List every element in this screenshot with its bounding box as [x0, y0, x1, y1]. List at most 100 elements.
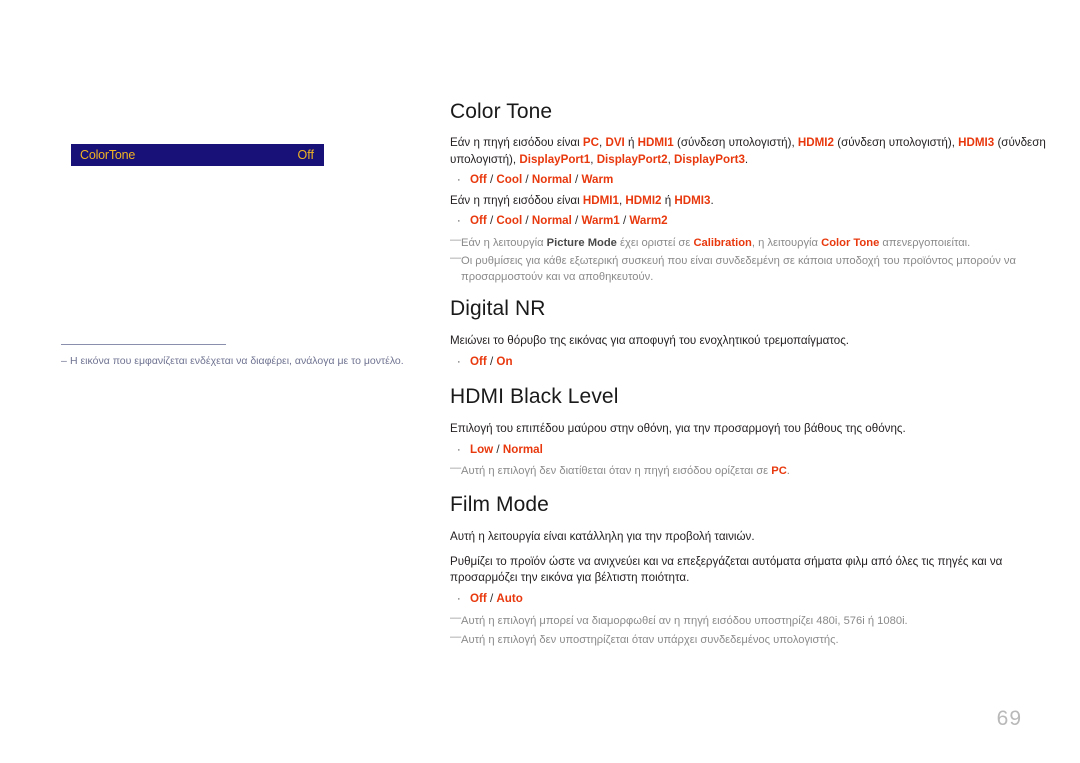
bullet-icon: · — [457, 593, 461, 606]
note-text: Εάν η λειτουργία Picture Mode έχει οριστ… — [461, 235, 1050, 251]
note-run-0: Αυτή η επιλογή δεν υποστηρίζεται όταν υπ… — [461, 634, 839, 647]
option-value[interactable]: Normal — [532, 214, 572, 227]
sidebar-divider — [61, 344, 226, 345]
option-value[interactable]: Low — [470, 443, 493, 456]
note-run-4: , η λειτουργία — [751, 236, 822, 249]
paragraph-run-3: DVI — [605, 136, 625, 150]
manual-content-column: Color Tone Εάν η πηγή εισόδου είναι PC, D… — [450, 0, 1050, 763]
section-paragraph: Επιλογή του επιπέδου μαύρου στην οθόνη, … — [450, 421, 1050, 437]
note-text: Αυτή η επιλογή δεν υποστηρίζεται όταν υπ… — [461, 632, 1050, 648]
bullet-icon: · — [457, 174, 461, 186]
bullet-icon: · — [457, 355, 461, 368]
note-line: ― Οι ρυθμίσεις για κάθε εξωτερική συσκευή… — [450, 251, 1050, 285]
note-dash-icon: ― — [450, 612, 462, 625]
page-number: 69 — [996, 707, 1022, 730]
note-dash-icon: ― — [450, 251, 462, 264]
option-values: Off / Cool / Normal / Warm — [470, 172, 613, 188]
option-list-primary: · Off / Auto — [450, 591, 1050, 608]
section-paragraph-2: Εάν η πηγή εισόδου είναι HDMI1, HDMI2 ή … — [450, 193, 1050, 209]
osd-menu-row-color-tone[interactable]: ColorTone Off — [71, 144, 324, 166]
section-paragraph: Μειώνει το θόρυβο της εικόνας για αποφυγ… — [450, 333, 1050, 349]
paragraph-run-4: ή — [624, 136, 638, 150]
paragraph2-run-0: Εάν η πηγή εισόδου είναι — [450, 193, 583, 207]
option-values: Off / On — [470, 354, 513, 370]
option-values: Off / Cool / Normal / Warm1 / Warm2 — [470, 213, 668, 229]
note-dash-icon: ― — [450, 233, 462, 246]
note-run-5: Color Tone — [821, 236, 880, 249]
osd-menu-label: ColorTone — [80, 147, 136, 162]
paragraph-run-1: PC — [582, 136, 599, 150]
note-run-0: Εάν η λειτουργία — [461, 236, 547, 249]
option-value[interactable]: Cool — [496, 214, 522, 227]
option-separator: / — [486, 354, 497, 368]
note-dash-icon: ― — [450, 631, 462, 644]
paragraph-run-0: Μειώνει το θόρυβο της εικόνας για αποφυγ… — [450, 334, 850, 348]
section-paragraph: Αυτή η λειτουργία είναι κατάλληλη για τη… — [450, 529, 1050, 545]
option-list-primary: · Low / Normal — [450, 442, 1050, 459]
option-separator: / — [493, 442, 503, 456]
option-value[interactable]: Off — [470, 173, 487, 186]
option-list-primary: · Off / On — [450, 354, 1050, 371]
note-run-6: απενεργοποιείται. — [879, 236, 971, 249]
note-text: Αυτή η επιλογή μπορεί να διαμορφωθεί αν … — [461, 613, 1050, 629]
option-separator: / — [522, 214, 532, 228]
note-run-1: Picture Mode — [546, 236, 617, 249]
bullet-icon: · — [457, 215, 461, 228]
note-line: ― Αυτή η επιλογή μπορεί να διαμορφωθεί αν… — [450, 612, 1050, 629]
option-value[interactable]: Warm2 — [629, 214, 667, 227]
option-separator: / — [522, 173, 532, 186]
paragraph2-run-4: ή — [661, 193, 675, 207]
section-heading: Film Mode — [450, 493, 549, 516]
paragraph-run-9: HDMI3 — [958, 136, 995, 150]
paragraph-run-0: Επιλογή του επιπέδου μαύρου στην οθόνη, … — [450, 422, 906, 436]
note-run-2: . — [786, 465, 790, 478]
paragraph-extra-run-0: Ρυθμίζει το προϊόν ώστε να ανιχνεύει και… — [450, 554, 1003, 584]
section-paragraph: Εάν η πηγή εισόδου είναι PC, DVI ή HDMI1… — [450, 135, 1050, 168]
note-run-0: Αυτή η επιλογή δεν διατίθεται όταν η πηγ… — [461, 465, 772, 478]
section-paragraph-extra: Ρυθμίζει το προϊόν ώστε να ανιχνεύει και… — [450, 554, 1050, 587]
option-value[interactable]: Off — [470, 214, 487, 227]
note-run-0: Οι ρυθμίσεις για κάθε εξωτερική συσκευή … — [461, 254, 1016, 283]
option-value[interactable]: On — [496, 355, 512, 368]
option-value[interactable]: Normal — [532, 173, 572, 186]
paragraph-run-8: (σύνδεση υπολογιστή), — [833, 136, 959, 150]
option-value[interactable]: Cool — [496, 173, 522, 186]
note-run-0: Αυτή η επιλογή μπορεί να διαμορφωθεί αν … — [461, 615, 908, 628]
option-separator: / — [486, 173, 497, 186]
paragraph2-run-3: HDMI2 — [625, 193, 662, 207]
paragraph-run-11: DisplayPort1 — [519, 152, 591, 166]
paragraph-run-7: HDMI2 — [797, 136, 834, 150]
option-list-primary: · Off / Cool / Normal / Warm — [450, 172, 1050, 189]
note-line: ― Αυτή η επιλογή δεν υποστηρίζεται όταν υ… — [450, 631, 1050, 648]
option-value[interactable]: Off — [470, 592, 487, 605]
paragraph-run-0: Αυτή η λειτουργία είναι κατάλληλη για τη… — [450, 530, 755, 544]
note-run-3: Calibration — [693, 236, 752, 249]
option-separator: / — [619, 214, 630, 228]
note-text: Οι ρυθμίσεις για κάθε εξωτερική συσκευή … — [461, 253, 1050, 285]
option-values: Off / Auto — [470, 591, 523, 607]
section-film-mode: Film Mode Αυτή η λειτουργία είναι κατάλλη… — [450, 493, 1050, 648]
paragraph-run-5: HDMI1 — [637, 136, 674, 150]
sidebar-note-dash: – — [61, 355, 67, 367]
note-run-1: PC — [771, 465, 787, 478]
paragraph-run-16: . — [744, 152, 749, 166]
paragraph2-run-5: HDMI3 — [674, 193, 711, 207]
option-value[interactable]: Normal — [503, 443, 543, 456]
section-heading: Digital NR — [450, 297, 546, 320]
left-illustration-column: ColorTone Off – Η εικόνα που εμφανίζεται… — [0, 0, 445, 763]
paragraph-run-6: (σύνδεση υπολογιστή), — [673, 136, 798, 150]
osd-menu-value: Off — [297, 147, 314, 162]
paragraph-run-13: DisplayPort2 — [596, 152, 668, 166]
paragraph2-run-6: . — [710, 193, 714, 207]
section-heading: Color Tone — [450, 100, 553, 123]
section-heading: HDMI Black Level — [450, 385, 619, 408]
option-value[interactable]: Auto — [496, 592, 522, 605]
section-digital-nr: Digital NR Μειώνει το θόρυβο της εικόνας … — [450, 297, 1050, 370]
option-value[interactable]: Warm1 — [581, 214, 619, 227]
option-value[interactable]: Off — [470, 355, 487, 368]
option-value[interactable]: Warm — [581, 173, 613, 186]
paragraph-run-0: Εάν η πηγή εισόδου είναι — [450, 136, 583, 150]
paragraph2-run-1: HDMI1 — [582, 193, 619, 207]
paragraph-run-15: DisplayPort3 — [674, 152, 745, 166]
section-hdmi-black-level: HDMI Black Level Επιλογή του επιπέδου μαύ… — [450, 385, 1050, 479]
